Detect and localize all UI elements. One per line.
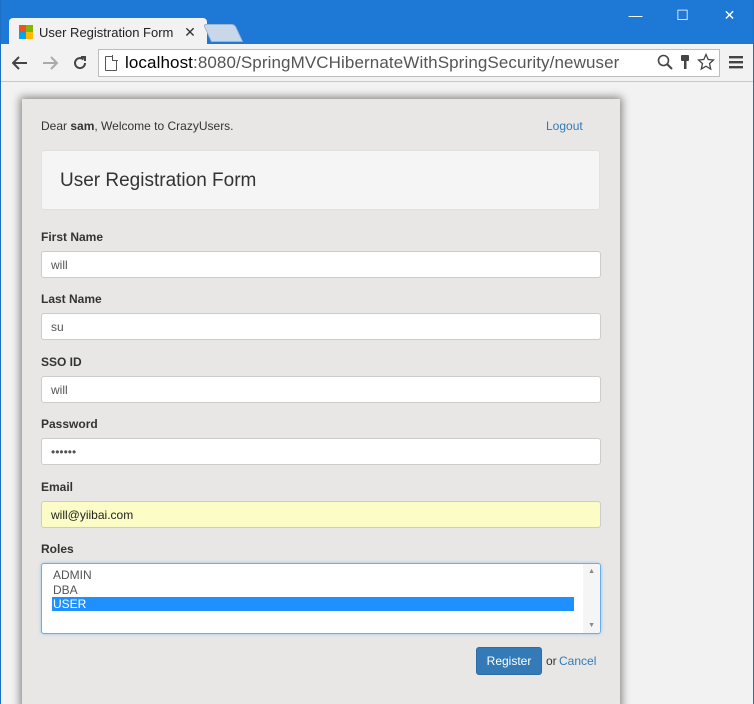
new-tab-button[interactable]	[202, 24, 244, 42]
forward-button[interactable]	[35, 48, 65, 78]
hamburger-menu-icon	[729, 56, 743, 69]
reload-icon	[74, 55, 87, 69]
minimize-button[interactable]: —	[612, 0, 659, 30]
close-window-button[interactable]: ✕	[706, 0, 753, 30]
or-text: or	[546, 654, 557, 668]
last-name-label: Last Name	[41, 292, 102, 306]
password-label: Password	[41, 417, 98, 431]
page-icon	[105, 54, 118, 71]
windows-logo-icon	[19, 25, 33, 39]
roles-label: Roles	[41, 542, 74, 556]
browser-window: User Registration Form ✕ — ☐ ✕ localhost…	[1, 0, 753, 704]
form-heading-panel: User Registration Form	[41, 150, 600, 210]
key-icon[interactable]	[679, 53, 691, 71]
browser-tab[interactable]: User Registration Form ✕	[9, 18, 207, 46]
scroll-up-icon[interactable]: ▲	[588, 568, 595, 575]
email-label: Email	[41, 480, 74, 494]
first-name-label: First Name	[41, 230, 104, 244]
page-title: User Registration Form	[60, 170, 257, 191]
back-button[interactable]	[5, 48, 35, 78]
scroll-down-icon[interactable]: ▼	[588, 622, 595, 629]
arrow-right-icon	[43, 55, 58, 70]
register-button[interactable]: Register	[476, 647, 542, 675]
title-bar: User Registration Form ✕ — ☐ ✕	[1, 0, 753, 46]
welcome-message: Dear sam, Welcome to CrazyUsers.	[41, 119, 234, 133]
star-icon[interactable]	[697, 53, 715, 71]
page-viewport: Dear sam, Welcome to CrazyUsers. Logout …	[1, 83, 753, 704]
window-controls: — ☐ ✕	[612, 0, 753, 30]
email-input[interactable]: will@yiibai.com	[41, 501, 601, 528]
omnibox-icons	[657, 53, 715, 71]
reload-button[interactable]	[65, 48, 95, 78]
logout-link[interactable]: Logout	[546, 119, 583, 133]
url-text: localhost:8080/SpringMVCHibernateWithSpr…	[125, 53, 620, 72]
tab-close-icon[interactable]: ✕	[181, 24, 199, 41]
first-name-input[interactable]: will	[41, 251, 601, 278]
search-icon[interactable]	[657, 53, 673, 71]
sso-id-label: SSO ID	[41, 355, 82, 369]
username: sam	[70, 119, 95, 133]
cancel-link[interactable]: Cancel	[559, 654, 596, 668]
password-input[interactable]: ••••••	[41, 438, 601, 465]
last-name-input[interactable]: su	[41, 313, 601, 340]
role-option-user[interactable]: USER	[52, 597, 574, 611]
address-bar[interactable]: localhost:8080/SpringMVCHibernateWithSpr…	[98, 49, 720, 77]
chrome-menu-button[interactable]	[729, 53, 743, 74]
tab-title: User Registration Form	[39, 24, 174, 40]
role-option-admin[interactable]: ADMIN	[52, 568, 574, 582]
role-option-dba[interactable]: DBA	[52, 583, 574, 597]
registration-card: Dear sam, Welcome to CrazyUsers. Logout …	[22, 99, 620, 704]
arrow-left-icon	[12, 55, 27, 70]
select-scrollbar[interactable]: ▲ ▼	[583, 564, 600, 633]
browser-toolbar: localhost:8080/SpringMVCHibernateWithSpr…	[1, 44, 753, 82]
maximize-button[interactable]: ☐	[659, 0, 706, 30]
roles-select[interactable]: ADMIN DBA USER ▲ ▼	[41, 563, 601, 634]
sso-id-input[interactable]: will	[41, 376, 601, 403]
